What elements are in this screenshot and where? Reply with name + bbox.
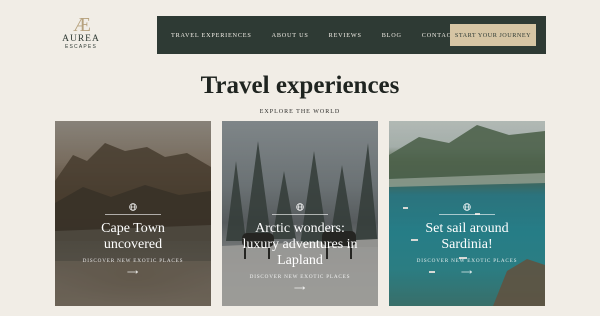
page-subtitle: EXPLORE THE WORLD	[259, 109, 341, 115]
brand-logo[interactable]: Æ AUREA ESCAPES	[58, 14, 104, 50]
card-title: Cape Town uncovered	[101, 221, 165, 252]
logo-name: AUREA	[62, 34, 100, 44]
experience-cards: Cape Town uncovered DISCOVER NEW EXOTIC …	[55, 121, 545, 306]
globe-icon	[463, 203, 471, 211]
nav-item-reviews[interactable]: REVIEWS	[329, 32, 362, 39]
card-content: Cape Town uncovered DISCOVER NEW EXOTIC …	[55, 203, 211, 274]
card-divider	[105, 214, 161, 215]
card-discover-link[interactable]: DISCOVER NEW EXOTIC PLACES	[417, 258, 518, 264]
arrow-right-icon[interactable]	[461, 270, 473, 274]
arrow-right-icon[interactable]	[294, 286, 306, 290]
start-journey-button[interactable]: START YOUR JOURNEY	[450, 24, 536, 46]
page-title: Travel experiences	[200, 72, 400, 99]
experience-card-sardinia[interactable]: Set sail around Sardinia! DISCOVER NEW E…	[389, 121, 545, 306]
card-title: Arctic wonders: luxury adventures in Lap…	[242, 221, 358, 268]
card-title: Set sail around Sardinia!	[425, 221, 509, 252]
nav-item-blog[interactable]: BLOG	[382, 32, 402, 39]
globe-icon	[296, 203, 304, 211]
globe-icon	[129, 203, 137, 211]
experience-card-lapland[interactable]: Arctic wonders: luxury adventures in Lap…	[222, 121, 378, 306]
arrow-right-icon[interactable]	[127, 270, 139, 274]
card-discover-link[interactable]: DISCOVER NEW EXOTIC PLACES	[250, 274, 351, 280]
card-divider	[439, 214, 495, 215]
nav-item-about-us[interactable]: ABOUT US	[272, 32, 309, 39]
logo-mark: Æ	[73, 14, 91, 36]
experience-card-cape-town[interactable]: Cape Town uncovered DISCOVER NEW EXOTIC …	[55, 121, 211, 306]
card-content: Set sail around Sardinia! DISCOVER NEW E…	[389, 203, 545, 274]
logo-tagline: ESCAPES	[64, 44, 98, 50]
card-discover-link[interactable]: DISCOVER NEW EXOTIC PLACES	[83, 258, 184, 264]
card-divider	[272, 214, 328, 215]
nav-item-travel-experiences[interactable]: TRAVEL EXPERIENCES	[171, 32, 252, 39]
card-content: Arctic wonders: luxury adventures in Lap…	[222, 203, 378, 290]
main-nav: TRAVEL EXPERIENCES ABOUT US REVIEWS BLOG…	[157, 16, 546, 54]
